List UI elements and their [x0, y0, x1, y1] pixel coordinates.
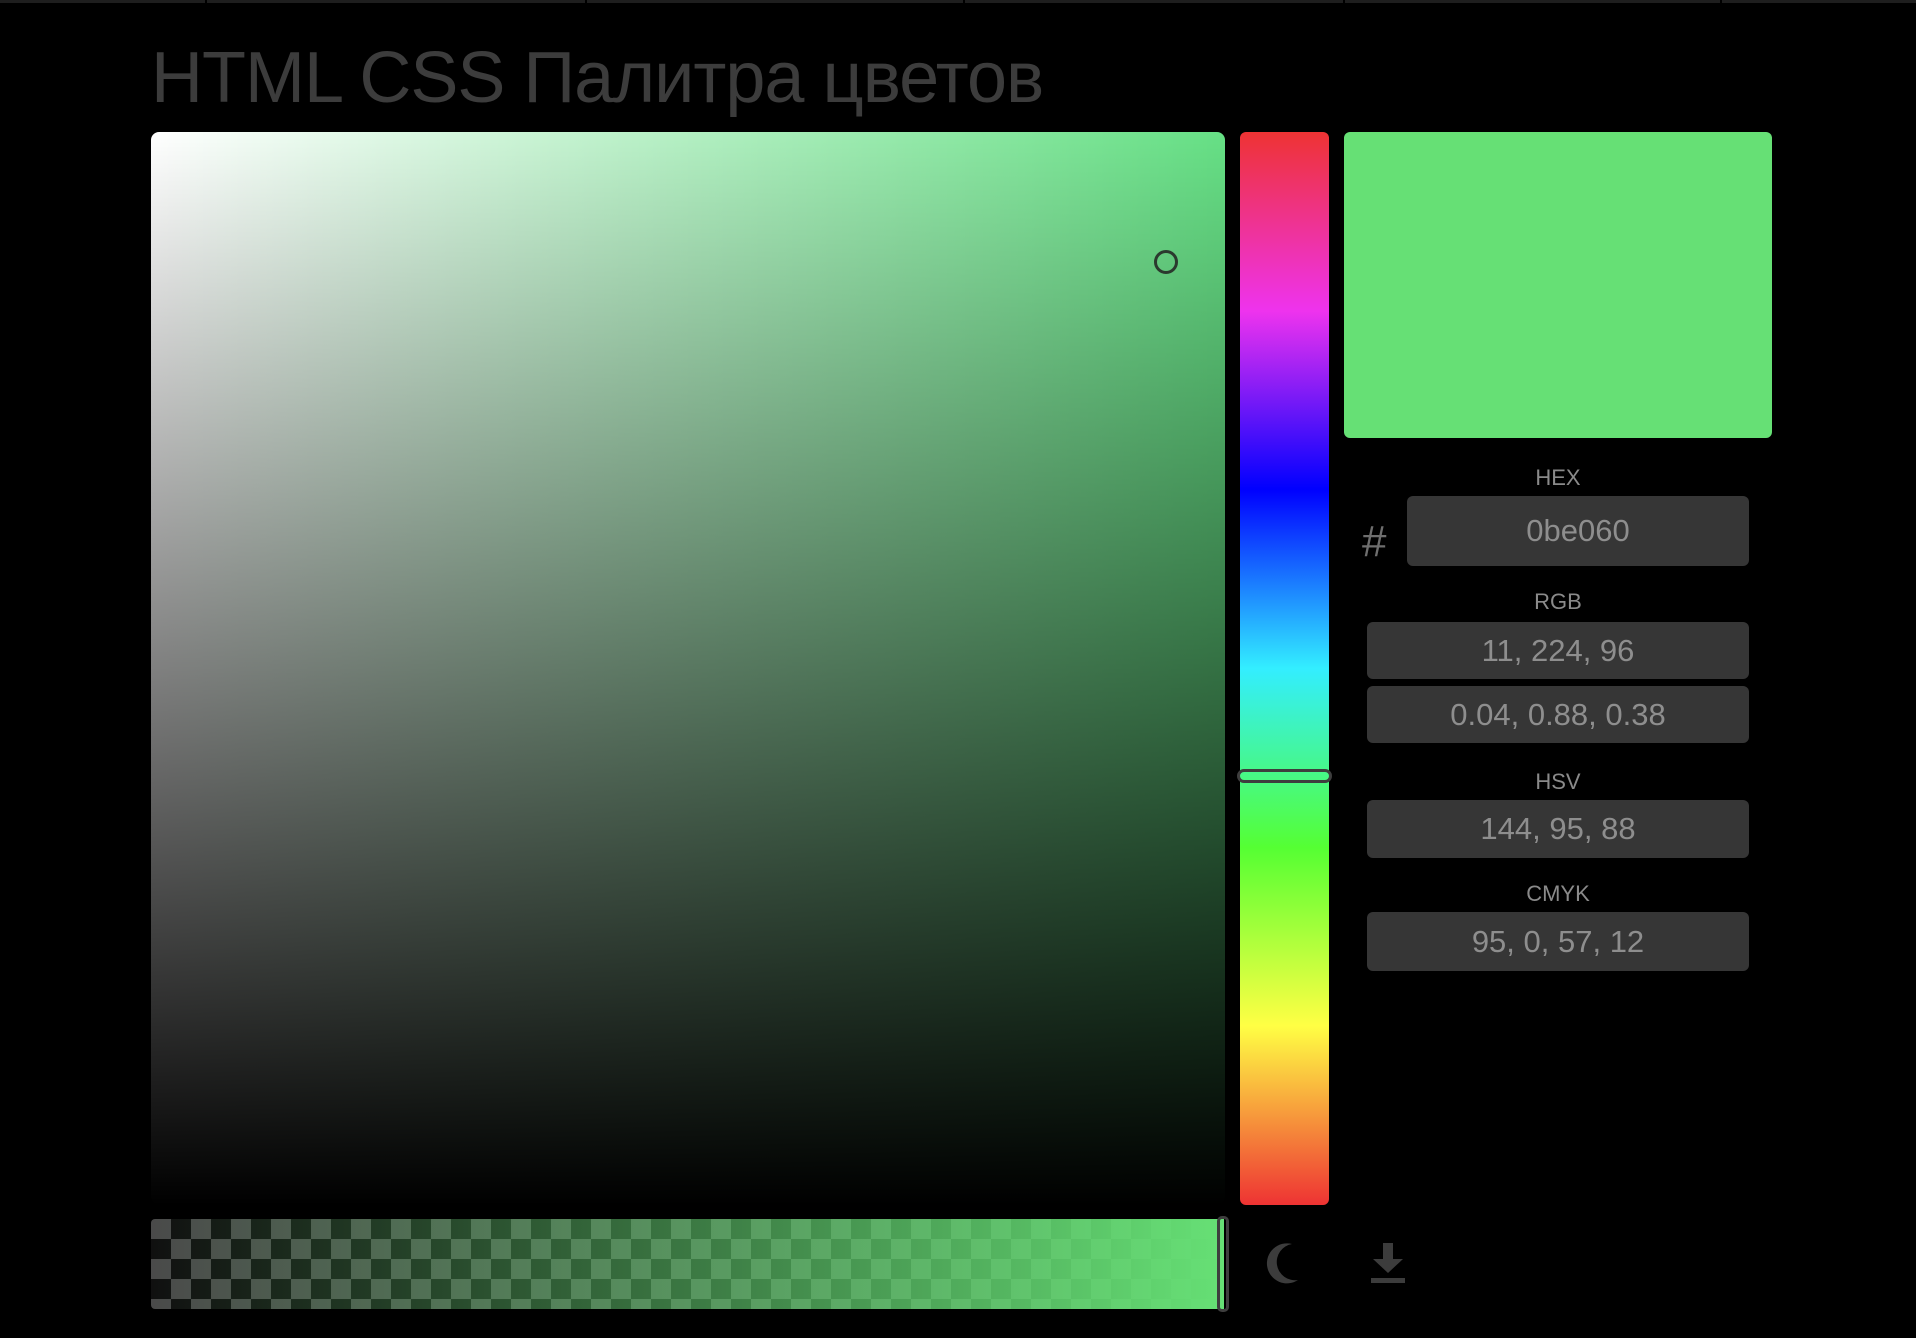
alpha-gradient [151, 1219, 1224, 1309]
hsv-input[interactable] [1367, 800, 1749, 858]
download-icon [1371, 1243, 1405, 1283]
alpha-slider-handle[interactable] [1217, 1216, 1229, 1312]
moon-icon [1266, 1243, 1298, 1284]
top-divider [0, 0, 1916, 3]
page-title: HTML CSS Палитра цветов [151, 38, 1044, 118]
saturation-value-cursor[interactable] [1154, 250, 1178, 274]
rgb-normalized-input[interactable] [1367, 686, 1749, 743]
color-picker-page: HTML CSS Палитра цветов HEX # RGB HSV CM… [0, 0, 1916, 1338]
hue-slider-handle[interactable] [1237, 769, 1332, 783]
hsv-label: HSV [1535, 769, 1581, 794]
cmyk-label: CMYK [1526, 881, 1590, 906]
rgb-label: RGB [1534, 589, 1582, 614]
saturation-value-area[interactable] [151, 132, 1225, 1205]
alpha-slider[interactable] [151, 1219, 1224, 1309]
hue-slider[interactable] [1240, 132, 1329, 1205]
cmyk-input[interactable] [1367, 912, 1749, 971]
hex-input[interactable] [1407, 496, 1749, 566]
hex-label: HEX [1535, 465, 1581, 490]
download-button[interactable] [1369, 1241, 1407, 1285]
color-preview [1344, 132, 1772, 438]
rgb-input[interactable] [1367, 622, 1749, 679]
hex-prefix: # [1362, 517, 1387, 566]
theme-toggle-button[interactable] [1262, 1240, 1304, 1288]
